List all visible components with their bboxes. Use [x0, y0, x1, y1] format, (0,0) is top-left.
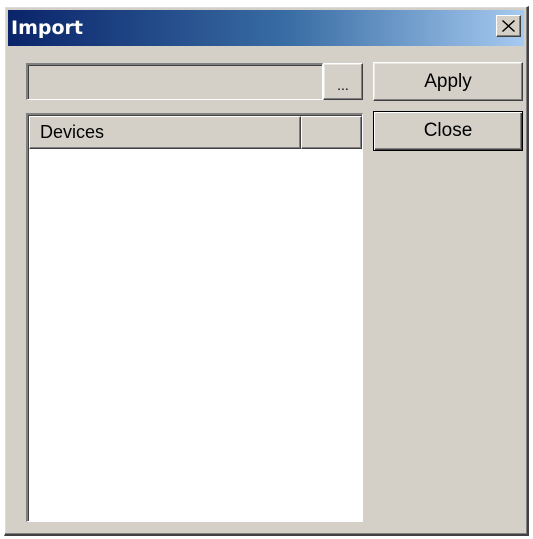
- apply-button[interactable]: Apply: [373, 62, 523, 101]
- close-button[interactable]: Close: [373, 111, 523, 151]
- window-close-button[interactable]: [496, 15, 521, 37]
- import-dialog: Import ... Apply Close Devices: [4, 6, 529, 536]
- list-header: Devices: [29, 116, 362, 149]
- window-title: Import: [11, 17, 83, 39]
- import-path-input[interactable]: [26, 63, 323, 100]
- browse-button[interactable]: ...: [323, 63, 363, 100]
- title-bar[interactable]: Import: [8, 10, 524, 46]
- column-header-empty[interactable]: [301, 116, 362, 149]
- close-icon: [502, 20, 515, 32]
- column-header-devices[interactable]: Devices: [29, 116, 301, 149]
- devices-list[interactable]: Devices: [26, 113, 363, 522]
